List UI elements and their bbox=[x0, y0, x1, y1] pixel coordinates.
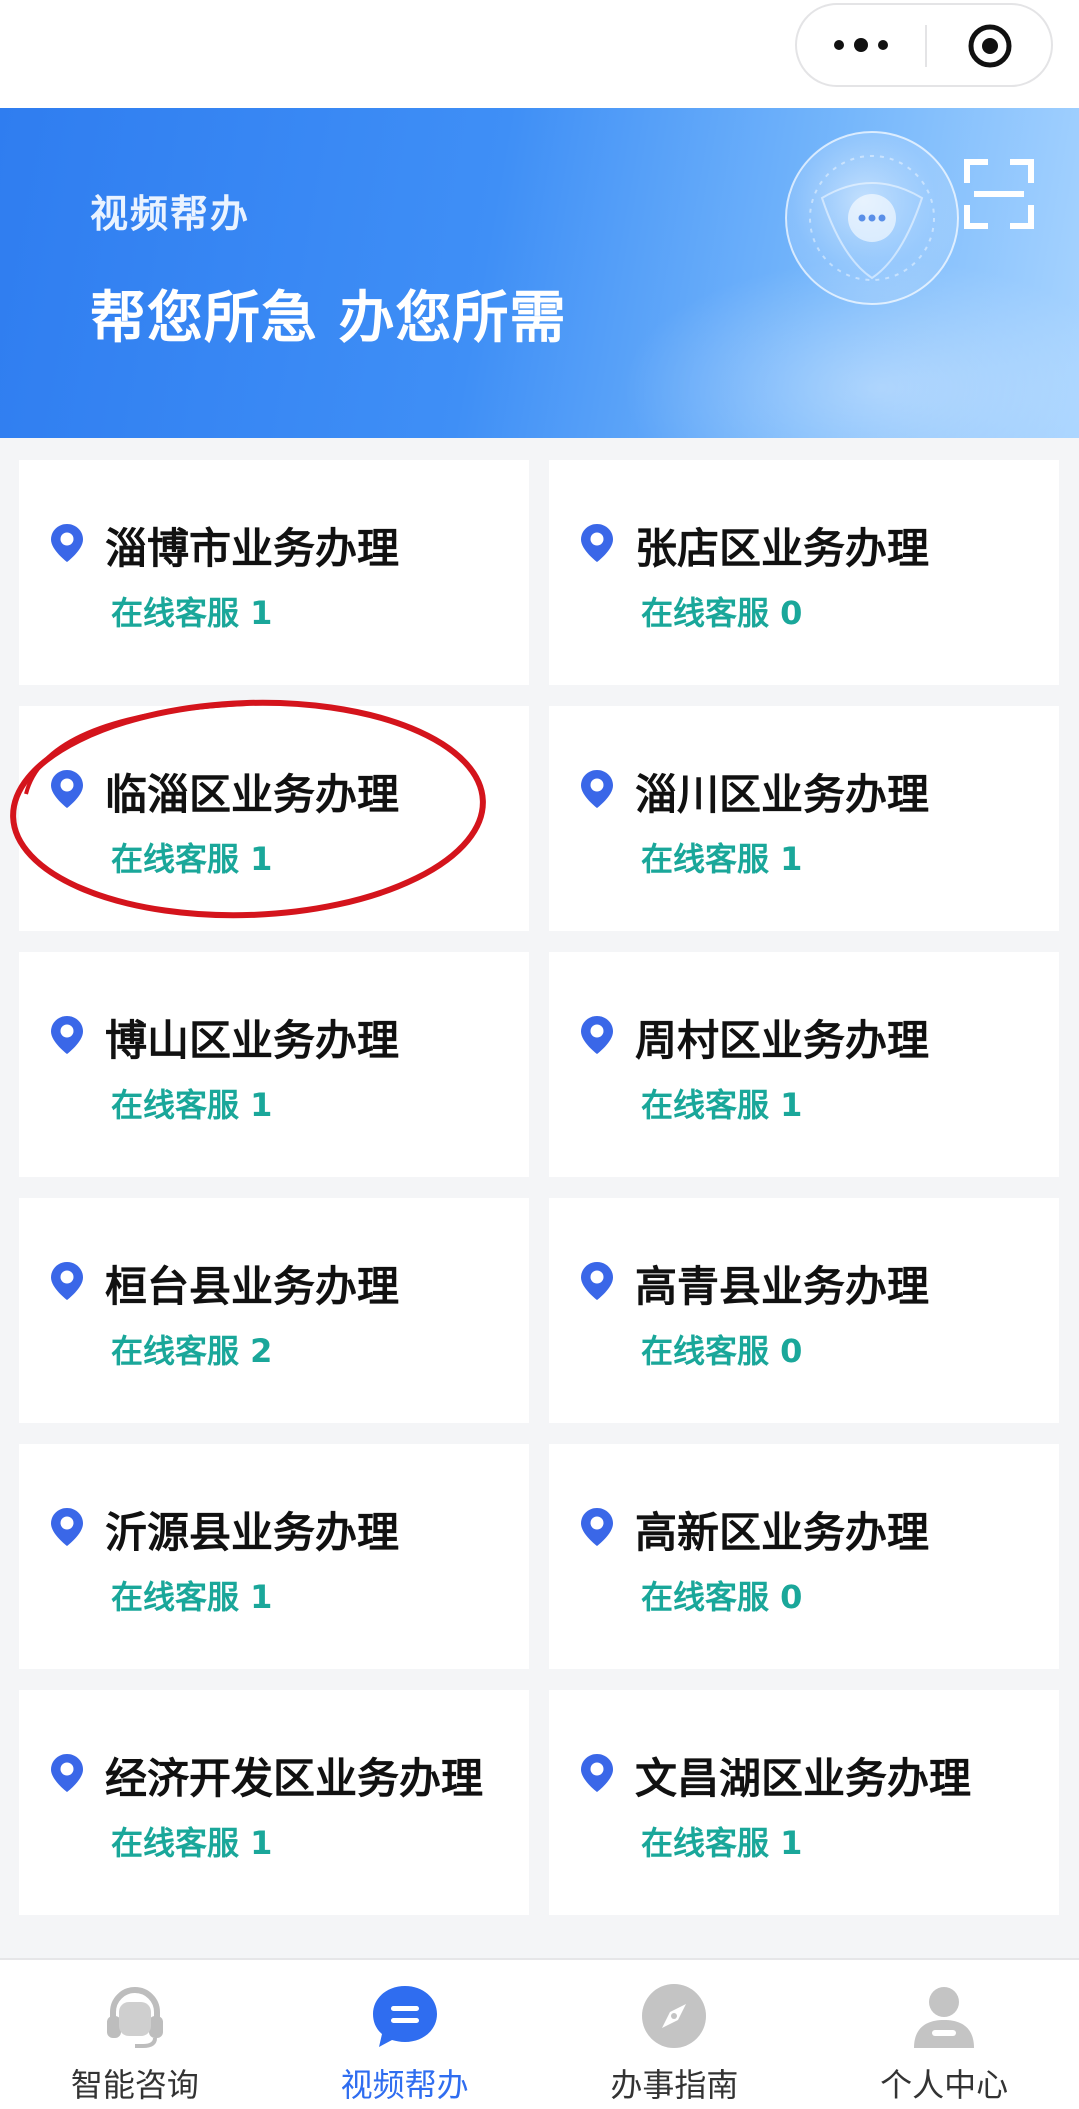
top-bar bbox=[0, 0, 1079, 108]
service-card[interactable]: 桓台县业务办理在线客服 2 bbox=[19, 1198, 529, 1423]
service-title: 沂源县业务办理 bbox=[105, 1508, 400, 1557]
service-title: 周村区业务办理 bbox=[635, 1016, 930, 1065]
online-agent-count: 在线客服 1 bbox=[111, 1578, 273, 1616]
location-pin-icon bbox=[579, 1752, 615, 1794]
service-grid: 淄博市业务办理 在线客服 1 张店区业务办理 在线客服 0 临淄区业务办理 在线客服 1淄… bbox=[19, 460, 1059, 1915]
service-title: 高新区业务办理 bbox=[635, 1508, 930, 1557]
location-pin-icon bbox=[49, 1260, 85, 1302]
target-close-icon[interactable] bbox=[967, 23, 1013, 69]
location-pin-icon bbox=[579, 1014, 615, 1056]
video-help-banner: 视频帮办 帮您所急 办您所需 bbox=[0, 108, 1079, 438]
service-title: 桓台县业务办理 bbox=[105, 1262, 400, 1311]
tab-label: 视频帮办 bbox=[340, 2066, 469, 2104]
online-agent-count: 在线客服 1 bbox=[111, 840, 273, 878]
location-pin-icon bbox=[579, 522, 615, 564]
service-card[interactable]: 高新区业务办理在线客服 0 bbox=[549, 1444, 1059, 1669]
service-card[interactable]: 博山区业务办理在线客服 1 bbox=[19, 952, 529, 1177]
more-dots-icon[interactable] bbox=[797, 5, 925, 85]
online-agent-count: 在线客服 1 bbox=[111, 1824, 273, 1862]
tab-label: 个人中心 bbox=[880, 2066, 1009, 2104]
location-pin-icon bbox=[579, 1260, 615, 1302]
location-pin-icon bbox=[49, 768, 85, 810]
location-pin-icon bbox=[49, 522, 85, 564]
online-agent-count: 在线客服 1 bbox=[111, 594, 273, 632]
location-pin-icon bbox=[49, 1752, 85, 1794]
compass-icon bbox=[642, 1984, 707, 2048]
location-pin-icon bbox=[579, 768, 615, 810]
online-agent-count: 在线客服 0 bbox=[641, 1578, 803, 1616]
service-title: 经济开发区业务办理 bbox=[105, 1754, 484, 1803]
service-card[interactable]: 文昌湖区业务办理在线客服 1 bbox=[549, 1690, 1059, 1915]
location-pin-icon bbox=[49, 1506, 85, 1548]
location-pin-icon bbox=[49, 1014, 85, 1056]
online-agent-count: 在线客服 1 bbox=[641, 1824, 803, 1862]
service-title: 淄川区业务办理 bbox=[635, 770, 930, 819]
tab-label: 办事指南 bbox=[610, 2066, 739, 2104]
online-agent-count: 在线客服 2 bbox=[111, 1332, 273, 1370]
service-card[interactable]: 经济开发区业务办理在线客服 1 bbox=[19, 1690, 529, 1915]
tab-label: 智能咨询 bbox=[70, 2066, 199, 2104]
online-agent-count: 在线客服 1 bbox=[641, 1086, 803, 1124]
service-title: 淄博市业务办理 bbox=[105, 524, 400, 573]
service-card[interactable]: 周村区业务办理在线客服 1 bbox=[549, 952, 1059, 1177]
service-title: 临淄区业务办理 bbox=[105, 770, 400, 819]
service-card[interactable]: 淄博市业务办理在线客服 1 bbox=[19, 460, 529, 685]
service-card[interactable]: 淄川区业务办理在线客服 1 bbox=[549, 706, 1059, 931]
scan-icon[interactable] bbox=[963, 158, 1035, 230]
tab-video-help[interactable]: 视频帮办 bbox=[270, 1960, 540, 2109]
service-title: 张店区业务办理 bbox=[635, 524, 930, 573]
banner-subtitle: 视频帮办 bbox=[90, 192, 251, 236]
location-pin-icon bbox=[579, 1506, 615, 1548]
service-card[interactable]: 沂源县业务办理在线客服 1 bbox=[19, 1444, 529, 1669]
tab-smart-consult[interactable]: 智能咨询 bbox=[0, 1960, 270, 2109]
service-title: 高青县业务办理 bbox=[635, 1262, 930, 1311]
service-card[interactable]: 高青县业务办理在线客服 0 bbox=[549, 1198, 1059, 1423]
tab-personal-center[interactable]: 个人中心 bbox=[809, 1960, 1079, 2109]
online-agent-count: 在线客服 1 bbox=[111, 1086, 273, 1124]
chat-bubble-icon bbox=[372, 1986, 437, 2047]
chat-orb-icon bbox=[785, 131, 959, 305]
headset-icon bbox=[106, 1987, 163, 2048]
service-title: 文昌湖区业务办理 bbox=[635, 1754, 972, 1803]
service-card[interactable]: 张店区业务办理在线客服 0 bbox=[549, 460, 1059, 685]
online-agent-count: 在线客服 0 bbox=[641, 594, 803, 632]
banner-headline: 帮您所急 办您所需 bbox=[90, 286, 567, 351]
capsule-divider bbox=[925, 25, 927, 67]
tab-service-guide[interactable]: 办事指南 bbox=[540, 1960, 810, 2109]
service-title: 博山区业务办理 bbox=[105, 1016, 400, 1065]
service-card[interactable]: 临淄区业务办理在线客服 1 bbox=[19, 706, 529, 931]
mini-program-capsule bbox=[795, 3, 1053, 87]
online-agent-count: 在线客服 0 bbox=[641, 1332, 803, 1370]
person-icon bbox=[914, 1987, 975, 2048]
online-agent-count: 在线客服 1 bbox=[641, 840, 803, 878]
bottom-tab-bar: 智能咨询 视频帮办 办事指南 个人中心 bbox=[0, 1958, 1079, 2109]
